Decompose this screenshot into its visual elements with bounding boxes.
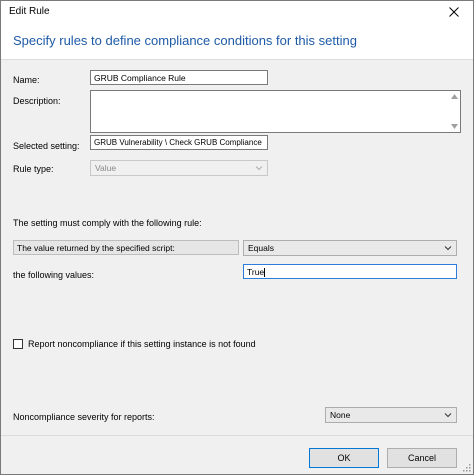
title-bar: Edit Rule [1,1,473,23]
values-input[interactable]: True [243,264,457,279]
report-noncompliance-checkbox[interactable] [13,339,23,349]
close-icon [449,7,459,17]
selected-setting-label: Selected setting: [13,141,80,151]
chevron-down-icon [444,413,452,418]
scroll-down-icon[interactable] [451,124,458,129]
text-cursor [264,268,266,278]
rule-type-value: Value [95,163,117,173]
selected-setting-field: GRUB Vulnerability \ Check GRUB Complian… [90,135,268,150]
resize-grip-icon[interactable] [461,462,471,472]
header-text: Specify rules to define compliance condi… [13,33,357,48]
severity-value: None [330,410,351,420]
rule-condition-text: The value returned by the specified scri… [13,240,239,255]
name-input[interactable]: GRUB Compliance Rule [90,70,268,85]
report-noncompliance-label: Report noncompliance if this setting ins… [28,339,256,349]
rule-type-label: Rule type: [13,164,54,174]
values-input-text: True [247,267,265,277]
severity-select[interactable]: None [325,407,457,423]
operator-value: Equals [248,243,274,253]
window-title: Edit Rule [9,6,50,17]
name-label: Name: [13,75,40,85]
chevron-down-icon [255,166,263,171]
rule-heading: The setting must comply with the followi… [13,218,202,228]
values-label: the following values: [13,270,95,280]
description-label: Description: [13,96,61,106]
edit-rule-dialog: Edit Rule Specify rules to define compli… [0,0,474,475]
operator-select[interactable]: Equals [243,240,457,256]
severity-label: Noncompliance severity for reports: [13,412,155,422]
footer-separator [1,435,473,436]
close-button[interactable] [435,1,473,23]
cancel-button[interactable]: Cancel [387,448,457,468]
description-input[interactable] [90,90,461,133]
rule-type-select: Value [90,160,268,176]
dialog-header: Specify rules to define compliance condi… [1,23,473,60]
ok-button[interactable]: OK [309,448,379,468]
scroll-up-icon[interactable] [451,94,458,99]
chevron-down-icon [444,246,452,251]
